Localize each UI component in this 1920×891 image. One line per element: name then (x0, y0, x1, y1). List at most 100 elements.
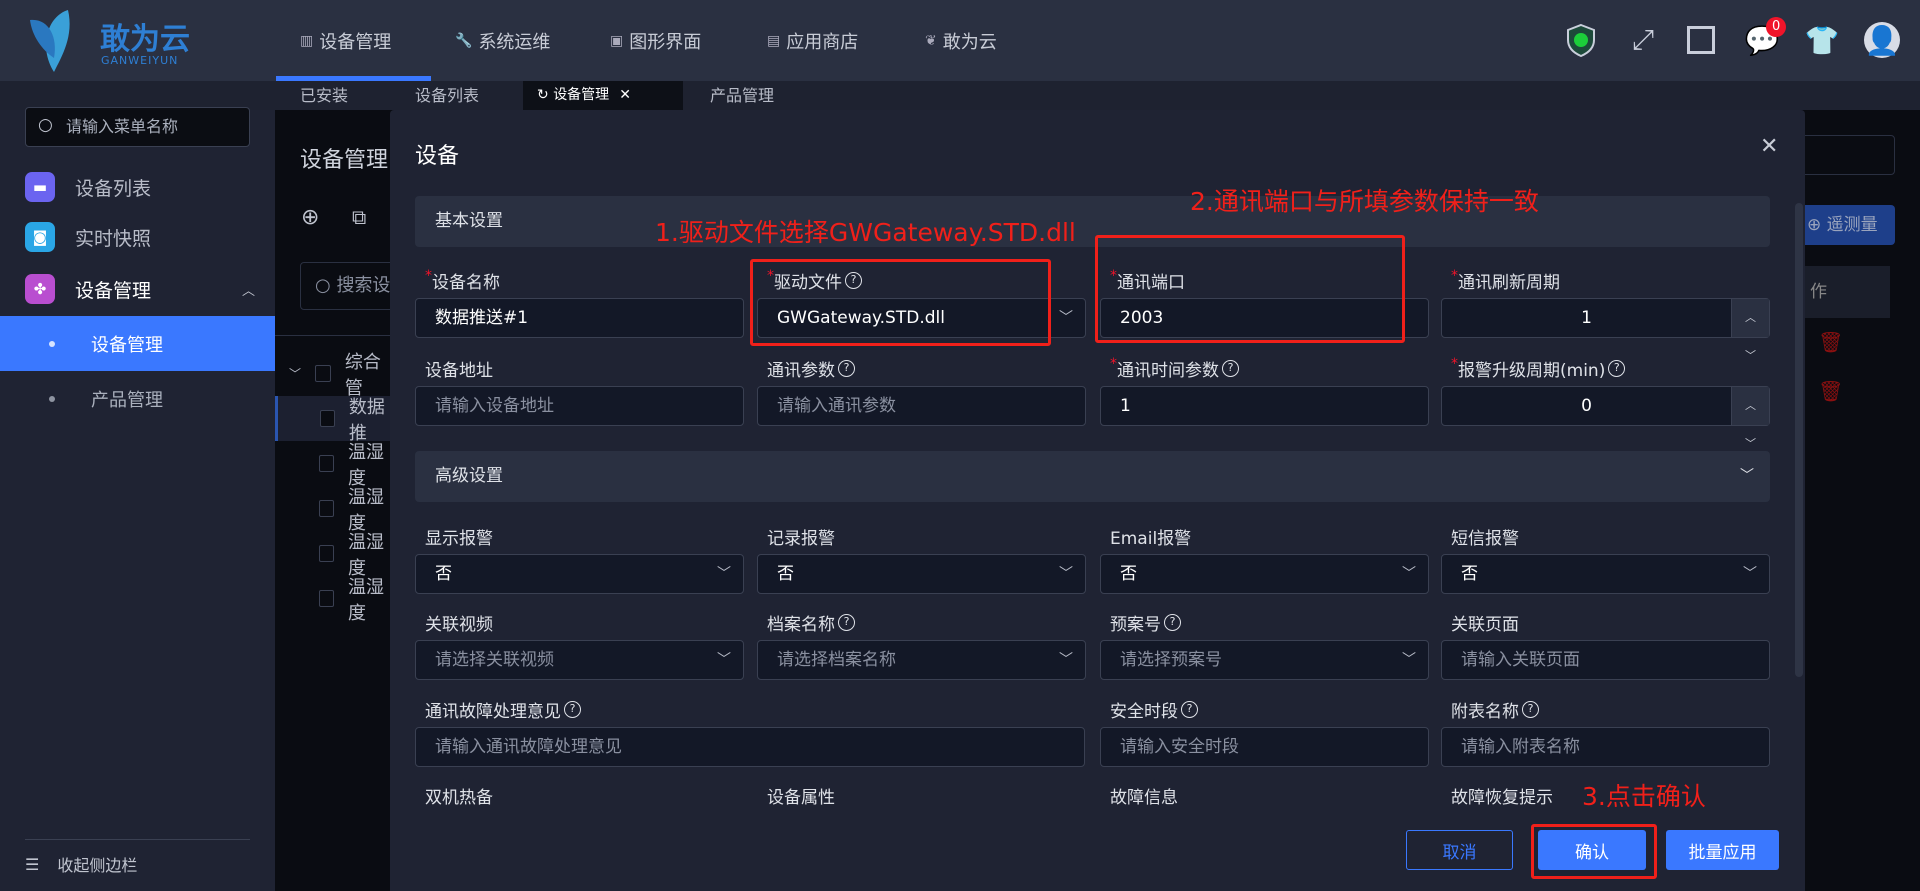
field-label: 故障信息 (1110, 788, 1178, 808)
tree-row[interactable]: 温湿度 (275, 576, 395, 624)
sidebar-item-snapshot[interactable]: ◙ 实时快照 (25, 222, 151, 252)
field-placeholder: 请选择关联视频 (435, 650, 554, 670)
nav-app-store[interactable]: ▤ 应用商店 (767, 28, 858, 54)
help-icon[interactable]: ? (1522, 701, 1539, 718)
close-icon[interactable]: ✕ (619, 87, 631, 103)
nav-graphics[interactable]: ▣ 图形界面 (610, 28, 701, 54)
sidebar-item-label: 产品管理 (91, 389, 163, 411)
tree-row[interactable]: 温湿度 (275, 531, 395, 579)
nav-device-management[interactable]: ▥ 设备管理 (300, 28, 391, 54)
delete-icon[interactable]: 🗑 (1818, 379, 1843, 403)
number-stepper[interactable]: 1 ︿ ﹀ (1441, 298, 1770, 362)
close-icon[interactable]: ✕ (1760, 134, 1778, 159)
help-icon[interactable]: ? (838, 614, 855, 631)
text-input[interactable]: 请输入通讯参数 (757, 386, 1086, 426)
checkbox[interactable] (319, 455, 335, 472)
checkbox[interactable] (319, 590, 335, 607)
label-text: 短信报警 (1451, 529, 1519, 549)
dialog-scrollbar[interactable] (1795, 203, 1803, 677)
butterfly-icon: ❦ (925, 33, 937, 49)
help-icon[interactable]: ? (564, 701, 581, 718)
label-text: 档案名称 (767, 615, 835, 635)
chevron-down-icon: ﹀ (1059, 566, 1073, 582)
sidebar-subitem-product-management[interactable]: 产品管理 (0, 371, 275, 426)
fullscreen-icon[interactable]: ⤢ (1625, 22, 1661, 58)
checkbox[interactable] (319, 500, 335, 517)
tree-root[interactable]: ﹀ 综合管 (275, 351, 395, 399)
page-title: 设备管理 (300, 148, 389, 173)
text-input[interactable]: 请输入安全时段 (1100, 727, 1429, 767)
delete-icon[interactable]: 🗑 (1818, 330, 1843, 354)
help-icon[interactable]: ? (1222, 360, 1239, 377)
help-icon[interactable]: ? (1608, 360, 1626, 377)
checkbox[interactable] (315, 365, 331, 382)
stepper-buttons[interactable]: ︿ ﹀ (1731, 299, 1769, 362)
nav-ganweiyun[interactable]: ❦ 敢为云 (925, 28, 997, 54)
monitor-icon: ▬ (25, 172, 55, 202)
export-icon[interactable]: ⧉ (352, 205, 366, 229)
select-field[interactable]: 否 ﹀ (1441, 554, 1770, 594)
select-field[interactable]: 否 ﹀ (757, 554, 1086, 594)
device-search-input[interactable]: ○ 搜索设 (300, 262, 400, 310)
increment-icon[interactable]: ︿ (1745, 387, 1756, 425)
nav-label: 图形界面 (629, 32, 702, 53)
decrement-icon[interactable]: ﹀ (1745, 425, 1756, 463)
avatar[interactable]: 👤 (1864, 22, 1900, 58)
nav-label: 敢为云 (942, 32, 997, 53)
divider (275, 335, 395, 336)
text-input[interactable]: 请输入通讯故障处理意见 (415, 727, 1085, 767)
checkbox[interactable] (319, 545, 335, 562)
decrement-icon[interactable]: ﹀ (1745, 337, 1756, 375)
number-stepper[interactable]: 0 ︿ ﹀ (1441, 386, 1770, 450)
help-icon[interactable]: ? (1181, 701, 1198, 718)
sidebar-item-device-list[interactable]: ▬ 设备列表 (25, 172, 151, 202)
menu-search-input[interactable]: 请输入菜单名称 (25, 107, 250, 147)
select-field[interactable]: 否 ﹀ (1100, 554, 1429, 594)
cancel-button[interactable]: 取消 (1406, 830, 1513, 870)
text-input[interactable]: 请输入附表名称 (1441, 727, 1770, 767)
search-icon: ○ (38, 115, 53, 135)
text-input[interactable]: 1 (1100, 386, 1429, 426)
theme-shirt-icon[interactable]: 👕 (1804, 22, 1840, 58)
advanced-settings-section[interactable]: 高级设置 ﹀ (415, 451, 1770, 502)
help-icon[interactable]: ? (838, 360, 855, 377)
search-placeholder: 搜索设 (336, 275, 391, 296)
logo-text: 敢为云 (100, 22, 190, 57)
text-input[interactable]: 请输入设备地址 (415, 386, 744, 426)
sidebar-item-device-management[interactable]: ✤ 设备管理 ︿ (25, 274, 255, 304)
tab-device-management[interactable]: ↻ 设备管理 ✕ (523, 81, 683, 110)
select-field[interactable]: 请选择档案名称 ﹀ (757, 640, 1086, 680)
field-label: 关联视频 (425, 610, 493, 635)
tab-product-management[interactable]: 产品管理 (710, 81, 774, 110)
text-input[interactable]: 请输入关联页面 (1441, 640, 1770, 680)
telemetry-button[interactable]: ⊕ 遥测量 (1795, 205, 1895, 245)
nav-label: 应用商店 (786, 32, 859, 53)
batch-apply-button[interactable]: 批量应用 (1666, 830, 1779, 870)
checkbox[interactable] (320, 410, 335, 427)
nav-system-ops[interactable]: 🔧 系统运维 (455, 28, 550, 54)
tab-device-list[interactable]: 设备列表 (415, 81, 479, 110)
tree-row[interactable]: 温湿度 (275, 441, 395, 489)
section-title: 高级设置 (435, 466, 503, 486)
search-icon: ○ (315, 275, 337, 296)
tree-row[interactable]: 数据推 (275, 396, 395, 444)
grid-icon: ✤ (25, 274, 55, 304)
refresh-icon[interactable]: ↻ (537, 87, 553, 103)
bullet-icon (49, 395, 55, 402)
help-icon[interactable]: ? (1164, 614, 1181, 631)
security-shield-icon[interactable] (1563, 22, 1599, 58)
select-field[interactable]: 请选择关联视频 ﹀ (415, 640, 744, 680)
select-field[interactable]: 请选择预案号 ﹀ (1100, 640, 1429, 680)
field-label: 记录报警 (767, 524, 835, 549)
select-field[interactable]: 否 ﹀ (415, 554, 744, 594)
tab-installed[interactable]: 已安装 (300, 81, 348, 110)
collapse-sidebar-button[interactable]: ☰ 收起侧边栏 (25, 852, 137, 876)
stepper-buttons[interactable]: ︿ ﹀ (1731, 387, 1769, 450)
background-search-input[interactable] (1800, 135, 1895, 175)
tree-row[interactable]: 温湿度 (275, 486, 395, 534)
frame-icon[interactable] (1683, 22, 1719, 58)
increment-icon[interactable]: ︿ (1745, 299, 1756, 337)
add-icon[interactable]: ⊕ (301, 205, 319, 230)
text-input[interactable]: 数据推送#1 (415, 298, 744, 338)
sidebar-subitem-device-management[interactable]: 设备管理 (0, 316, 275, 371)
